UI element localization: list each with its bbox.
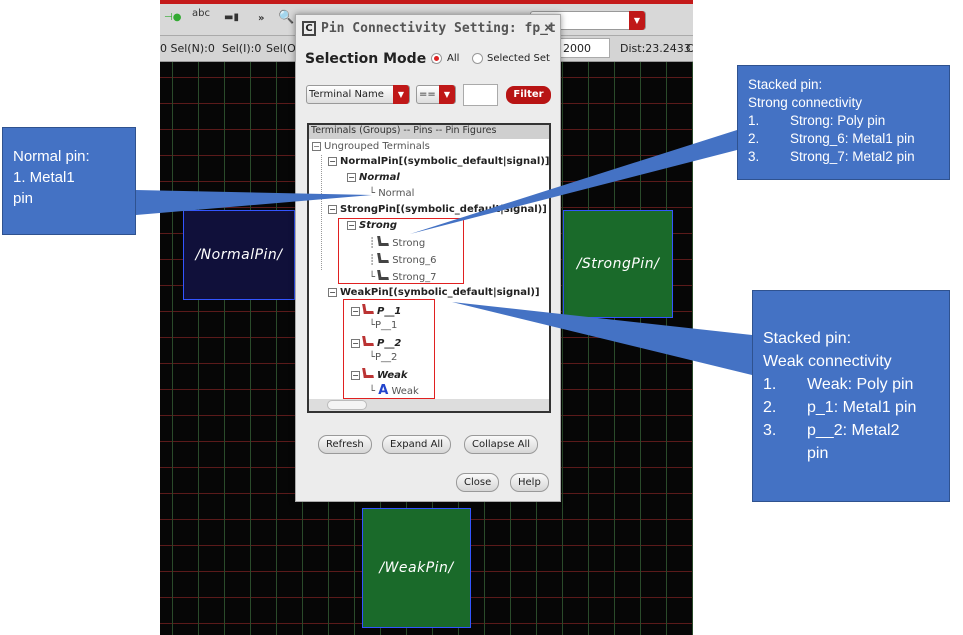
strong-pin-callout: Stacked pin: Strong connectivity 1. Strong… xyxy=(737,65,950,180)
normal-callout-pointer xyxy=(136,190,372,215)
weak-callout-pointer xyxy=(452,302,752,375)
strong-callout-pointer xyxy=(410,130,737,234)
weak-pin-callout: Stacked pin: Weak connectivity 1. Weak: Po… xyxy=(752,290,950,502)
normal-pin-callout: Normal pin: 1. Metal1 pin xyxy=(2,127,136,235)
